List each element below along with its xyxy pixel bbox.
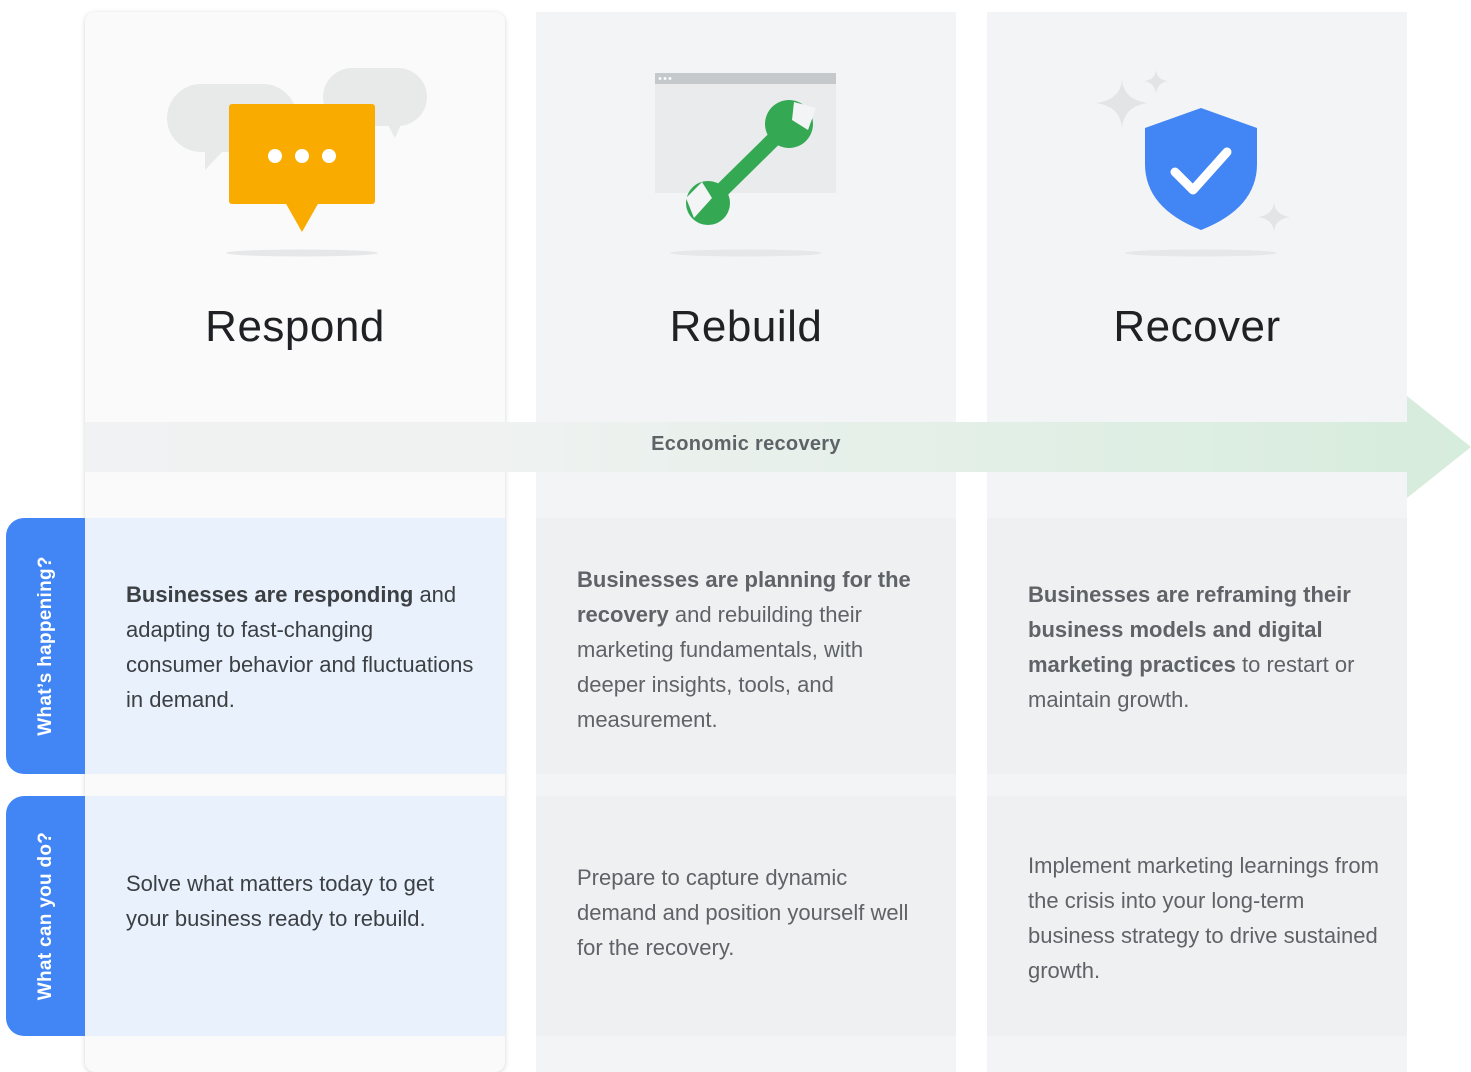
row-label-text: What can you do? (35, 831, 56, 1001)
recover-illustration (987, 12, 1407, 272)
cell-rebuild-action: Prepare to capture dynamic demand and po… (536, 796, 956, 1036)
chat-bubble-icon (229, 104, 375, 232)
cell-text: Prepare to capture dynamic demand and po… (577, 865, 909, 960)
cell-bold-text: Businesses are responding (126, 582, 414, 607)
cell-text: Businesses are reframing their business … (1028, 577, 1363, 717)
cell-text: Solve what matters today to get your bus… (126, 871, 435, 931)
cell-respond-happening: Businesses are responding and adapting t… (85, 518, 505, 774)
respond-illustration (85, 12, 505, 272)
stage-title-recover: Recover (1113, 302, 1281, 351)
row-label-what-can-you-do: What can you do? (6, 796, 86, 1036)
rebuild-illustration (536, 12, 956, 272)
cell-recover-happening: Businesses are reframing their business … (987, 518, 1407, 774)
stage-title-rebuild: Rebuild (669, 302, 823, 351)
cell-text: Implement marketing learnings from the c… (1028, 853, 1379, 983)
row-label-text: What’s happening? (35, 556, 56, 736)
cell-rebuild-happening: Businesses are planning for the recovery… (536, 518, 956, 774)
cell-respond-action: Solve what matters today to get your bus… (85, 796, 505, 1036)
arrow-label: Economic recovery (651, 433, 841, 455)
cell-recover-action: Implement marketing learnings from the c… (987, 796, 1407, 1036)
cell-text: Businesses are responding and adapting t… (126, 577, 475, 717)
cell-text: Businesses are planning for the recovery… (577, 562, 916, 737)
stage-title-respond: Respond (205, 302, 385, 351)
row-label-whats-happening: What’s happening? (6, 518, 86, 774)
shield-check-icon (1145, 108, 1257, 230)
